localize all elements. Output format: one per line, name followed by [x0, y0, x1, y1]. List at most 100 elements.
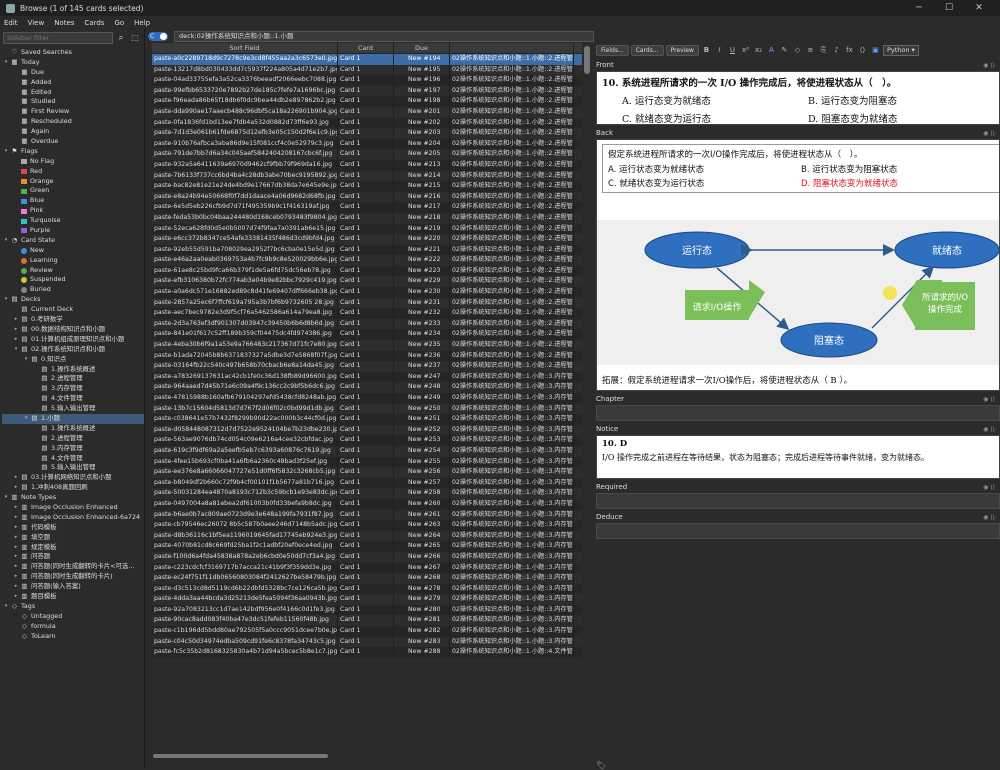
sidebar-item[interactable]: ◇ ToLearn: [2, 632, 144, 642]
sidebar-item[interactable]: ▸ ▥ 问答题(同时生成翻转的卡片): [2, 572, 144, 582]
table-vertical-scrollbar[interactable]: [583, 43, 591, 751]
expand-arrow-icon[interactable]: ▾: [2, 236, 10, 246]
chapter-field[interactable]: [596, 405, 1000, 421]
table-row[interactable]: paste-ee376e8a66066047727e51d0ff6f5832c3…: [152, 467, 582, 478]
table-row[interactable]: paste-0fa1836fd1bd13ee7fdb4a532d0882d73f…: [152, 117, 582, 129]
sidebar-item[interactable]: ▤ 5.输入输出管理: [2, 463, 144, 473]
html-icon[interactable]: ⟨⟩: [857, 45, 868, 56]
sidebar-item[interactable]: Turquoise: [2, 216, 144, 226]
table-row[interactable]: paste-563ae9076db74cd054c09e6216a4cee32c…: [152, 435, 582, 446]
sidebar-item[interactable]: Learning: [2, 256, 144, 266]
table-row[interactable]: paste-feda53b0bc04baa244480d168ceb079348…: [152, 212, 582, 224]
underline-icon[interactable]: U: [727, 45, 738, 56]
table-row[interactable]: paste-d3c513cd8d5119cd6b22dbfd5328bc7ce1…: [152, 583, 582, 595]
table-horizontal-scrollbar[interactable]: [152, 753, 582, 759]
sidebar-item[interactable]: ▸ ▥ 代码模板: [2, 523, 144, 533]
sidebar-item[interactable]: New: [2, 246, 144, 256]
language-select[interactable]: Python ▾: [882, 44, 919, 56]
table-row[interactable]: paste-50031284ea4870a8193c712b3c59bcb1e9…: [152, 488, 582, 499]
sidebar-item[interactable]: ▾ ⚑ Flags: [2, 147, 144, 157]
expand-arrow-icon[interactable]: ▸: [12, 335, 20, 345]
table-row[interactable]: paste-92a7083213cc1d7ae142bdf956e0f4166c…: [152, 604, 582, 616]
sidebar-item[interactable]: ◇ formula: [2, 622, 144, 632]
maximize-icon[interactable]: ☐: [934, 3, 964, 13]
table-row[interactable]: paste-a0c2289718d9c7278c9e3cd8f455aa2a3c…: [152, 54, 582, 65]
table-row[interactable]: paste-4fee15b693cf0ba41a6fb6a2360c48bad3…: [152, 456, 582, 468]
table-row[interactable]: paste-2d3a763ef3df901307d03947c39450b6b6…: [152, 318, 582, 330]
table-row[interactable]: paste-d058448087312d7d7522e9524104be7b23…: [152, 424, 582, 436]
sidebar-item[interactable]: ▸ ▥ 题目模板: [2, 592, 144, 602]
column-sort-field[interactable]: Sort Field: [152, 43, 338, 53]
table-row[interactable]: paste-c04c50d34974edba509cd91fe6c8378fa3…: [152, 636, 582, 648]
expand-arrow-icon[interactable]: ▸: [12, 592, 20, 602]
table-row[interactable]: paste-dda990ae17aaecb488c96dbf5ca18a2269…: [152, 106, 582, 118]
table-row[interactable]: paste-a783269137631ac42cb1fe0c36d138fb89…: [152, 371, 582, 383]
sidebar-item[interactable]: ▦ Edited: [2, 88, 144, 98]
table-row[interactable]: paste-d8b36116c1bf5ea1196019645fad17745e…: [152, 530, 582, 542]
sidebar-item[interactable]: ▸ ▥ 规定模板: [2, 543, 144, 553]
sidebar-item[interactable]: ▦ Studied: [2, 97, 144, 107]
menu-notes[interactable]: Notes: [54, 19, 74, 27]
sidebar-item[interactable]: ▸ ▥ Image Occlusion Enhanced: [2, 503, 144, 513]
sidebar-item[interactable]: ▸ ▤ 01.计算机组成原理知识点和小题: [2, 335, 144, 345]
minimize-icon[interactable]: ─: [904, 3, 934, 13]
sidebar-item[interactable]: ▸ ▥ 问答题: [2, 552, 144, 562]
sidebar-item[interactable]: ▸ ▥ 问答题(输入答案): [2, 582, 144, 592]
column-due[interactable]: Due: [394, 43, 450, 53]
highlight-icon[interactable]: ✎: [779, 45, 790, 56]
sidebar-item[interactable]: ▤ Current Deck: [2, 305, 144, 315]
table-row[interactable]: paste-efb3106380b72fc774ab3e04b9e82bbc79…: [152, 276, 582, 288]
table-row[interactable]: paste-52eca628fd0d5e0b5007d74f9faa7a0391…: [152, 223, 582, 235]
list-icon[interactable]: ≡: [805, 45, 816, 56]
expand-arrow-icon[interactable]: ▸: [12, 473, 20, 483]
table-row[interactable]: paste-e8a24b94e50668f0f7dd1daace4a06d968…: [152, 191, 582, 203]
table-row[interactable]: paste-910b76afbca3aba86d9e15f081ccf4c0e5…: [152, 138, 582, 150]
table-row[interactable]: paste-ec24f751f11db06560803084f2412627be…: [152, 573, 582, 584]
expand-arrow-icon[interactable]: ▾: [2, 493, 10, 503]
sidebar-item[interactable]: Suspended: [2, 275, 144, 285]
sidebar-item[interactable]: ▤ 4.文件管理: [2, 394, 144, 404]
expand-arrow-icon[interactable]: ▸: [12, 572, 20, 582]
table-row[interactable]: paste-e46a2aa0eab0369753a4b7fc9b9c8e5200…: [152, 255, 582, 266]
sidebar-item[interactable]: ▤ 1.操作系统概述: [2, 365, 144, 375]
sidebar-item[interactable]: ▤ 1.操作系统概述: [2, 424, 144, 434]
sidebar-item[interactable]: ▦ Again: [2, 127, 144, 137]
sidebar-item[interactable]: ▸ ▤ 03.计算机网络知识点和小题: [2, 473, 144, 483]
table-row[interactable]: paste-a0a6dc571e16882ed89c8d41fe69407dff…: [152, 287, 582, 298]
sidebar-item[interactable]: ▦ First Review: [2, 107, 144, 117]
attach-icon[interactable]: ⎘: [818, 45, 829, 56]
search-icon[interactable]: ⌕: [115, 32, 127, 44]
sidebar-item[interactable]: ▤ 2.进程管理: [2, 434, 144, 444]
sidebar-item[interactable]: ▾ ▤ Decks: [2, 295, 144, 305]
expand-arrow-icon[interactable]: ▾: [2, 295, 10, 305]
table-row[interactable]: paste-4eba30b6f9a1a53e9a766483c217367d71…: [152, 340, 582, 351]
sidebar-item[interactable]: ▤ 3.内存管理: [2, 384, 144, 394]
table-row[interactable]: paste-90cac8add083f40ba47e3dc51fefeb1156…: [152, 615, 582, 627]
menu-edit[interactable]: Edit: [4, 19, 18, 27]
bold-icon[interactable]: B: [701, 45, 712, 56]
table-row[interactable]: paste-e6cc372b8347ce54afe33381435f486d3c…: [152, 234, 582, 245]
sidebar-item[interactable]: ▸ ▤ 1.冲刺408真题回刷: [2, 483, 144, 493]
sidebar-item[interactable]: ▾ ◔ Card State: [2, 236, 144, 246]
cards-button[interactable]: Cards...: [630, 44, 664, 56]
expand-arrow-icon[interactable]: ▾: [2, 58, 10, 68]
column-card[interactable]: Card: [338, 43, 394, 53]
table-row[interactable]: paste-964aaed7d45b71e6c09a4f9c136cc2c9bf…: [152, 382, 582, 393]
sidebar-item[interactable]: Buried: [2, 285, 144, 295]
sidebar-item[interactable]: ▤ 5.输入输出管理: [2, 404, 144, 414]
sidebar-item[interactable]: ▦ Rescheduled: [2, 117, 144, 127]
expand-arrow-icon[interactable]: ▸: [12, 513, 20, 523]
sidebar-filter-input[interactable]: [3, 32, 113, 44]
table-row[interactable]: paste-13217d8bd030433dd7c5937f224a805a4d…: [152, 64, 582, 76]
table-row[interactable]: paste-fc5c35b2d8168325830a4b71d94a5bcec5…: [152, 647, 582, 658]
front-field[interactable]: 10. 系统进程所请求的一次 I/O 操作完成后，将使进程状态从（ ）。 A. …: [596, 71, 1000, 125]
sidebar-item[interactable]: Blue: [2, 196, 144, 206]
table-row[interactable]: paste-cb79546ec26072 8b5c587b0aee246d714…: [152, 520, 582, 531]
text-color-icon[interactable]: A: [766, 45, 777, 56]
expand-arrow-icon[interactable]: ▸: [12, 483, 20, 493]
table-row[interactable]: paste-92eb55d591ba708029ea2952f7bc6cba0e…: [152, 244, 582, 256]
table-row[interactable]: paste-03164fb22c540c497b658b70cbacb6e8a1…: [152, 361, 582, 372]
sidebar-item[interactable]: Review: [2, 266, 144, 276]
table-row[interactable]: paste-f96eada86b65f18db6f0dc9bea44db2e89…: [152, 96, 582, 107]
sidebar-item[interactable]: ▸ ▥ 填空题: [2, 533, 144, 543]
